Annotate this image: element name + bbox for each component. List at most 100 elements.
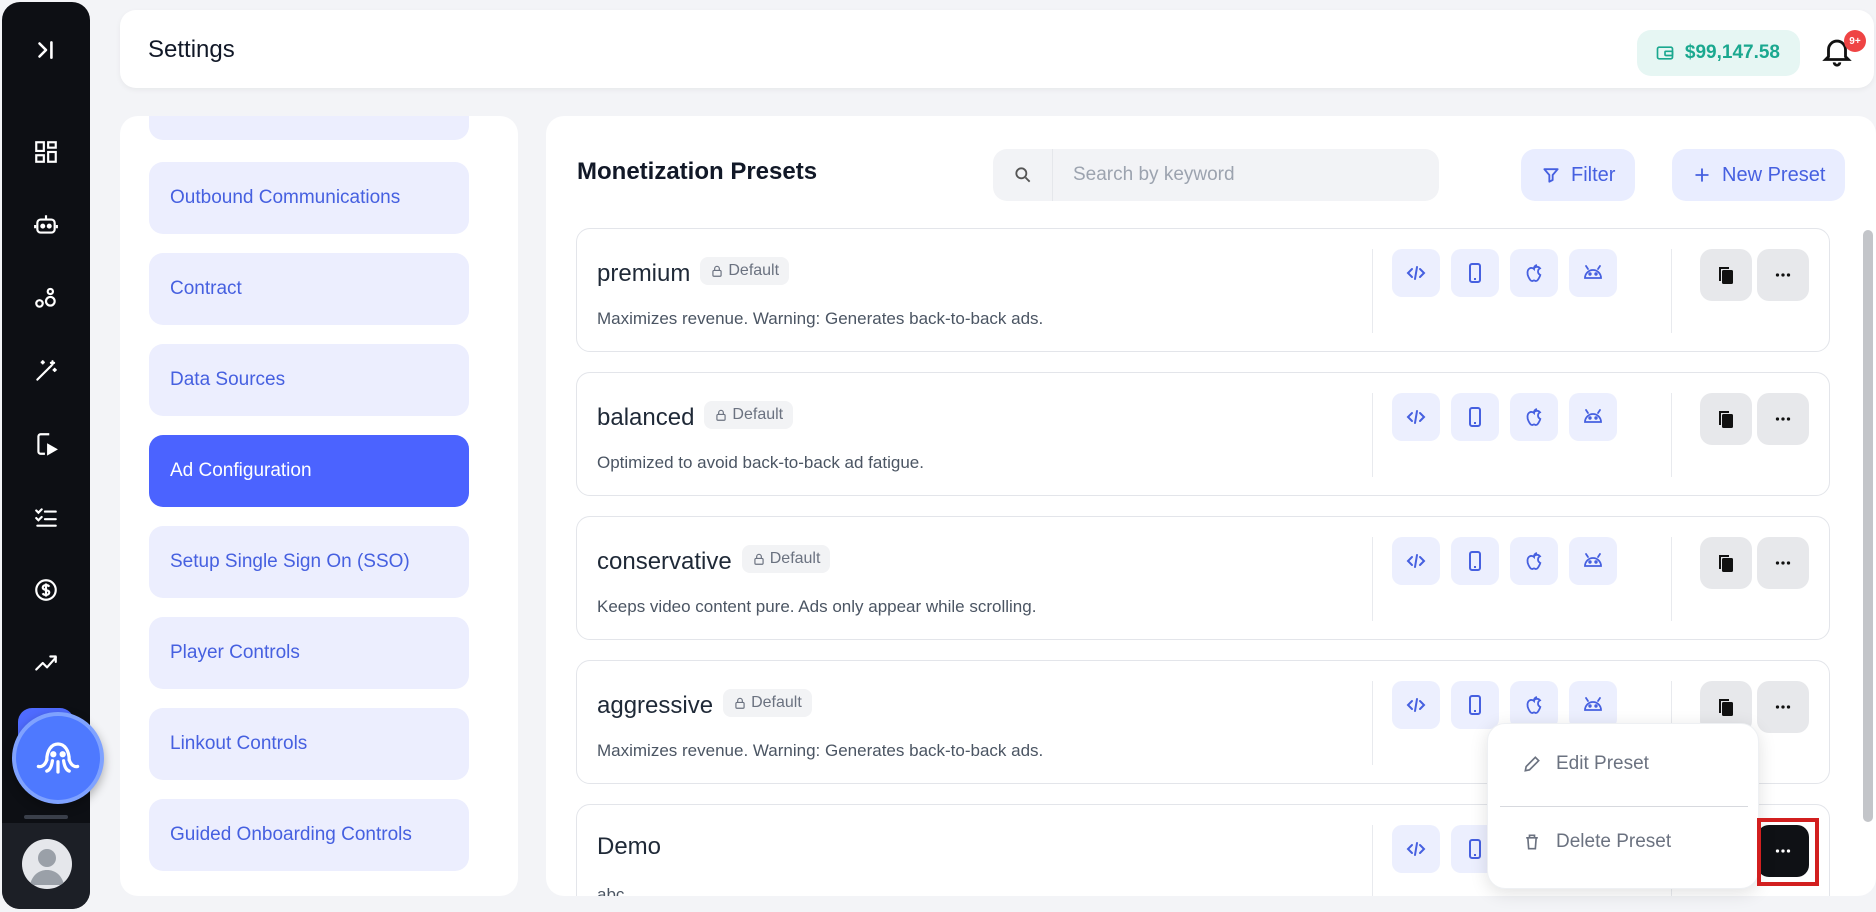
web-code-icon[interactable] [1392, 537, 1440, 585]
delete-preset-label: Delete Preset [1556, 831, 1672, 852]
preset-name: balanced [597, 404, 695, 431]
trash-icon [1526, 834, 1538, 850]
android-icon[interactable] [1569, 393, 1617, 441]
card-divider [1372, 393, 1373, 477]
sidebar-item-linkout-controls[interactable]: Linkout Controls [149, 708, 469, 780]
mobile-icon[interactable] [1451, 393, 1499, 441]
default-badge: Default [741, 545, 831, 573]
card-divider [1372, 681, 1373, 765]
highlight-box [1757, 818, 1819, 886]
settings-nav: Outbound Communications Contract Data So… [120, 116, 518, 896]
magic-wand-icon[interactable] [26, 351, 66, 391]
badge-label: Default [769, 550, 821, 567]
preset-name: conservative [597, 548, 732, 575]
preset-card[interactable]: premium Default Maximizes revenue. Warning… [576, 228, 1830, 352]
dashboard-icon[interactable] [26, 132, 66, 172]
preset-name-row: aggressive Default [597, 689, 812, 720]
mobile-icon[interactable] [1451, 537, 1499, 585]
search-box [993, 149, 1439, 201]
trending-icon[interactable] [26, 643, 66, 683]
android-icon[interactable] [1569, 681, 1617, 729]
page-title: Settings [148, 36, 235, 63]
top-header: Settings $99,147.58 9+ [120, 10, 1874, 88]
avatar[interactable] [22, 839, 72, 889]
scrollbar-thumb[interactable] [1863, 230, 1873, 822]
more-options-icon[interactable] [1757, 537, 1809, 589]
preset-context-menu: Edit Preset Delete Preset [1487, 723, 1759, 889]
apple-icon[interactable] [1510, 537, 1558, 585]
mobile-icon[interactable] [1451, 249, 1499, 297]
checklist-icon[interactable] [26, 497, 66, 537]
web-code-icon[interactable] [1392, 681, 1440, 729]
nodes-icon[interactable] [26, 278, 66, 318]
card-divider [1671, 393, 1672, 477]
sidebar-item-guided-onboarding[interactable]: Guided Onboarding Controls [149, 799, 469, 871]
edit-preset-menu-item[interactable]: Edit Preset [1522, 744, 1649, 784]
preset-name-row: premium Default [597, 257, 790, 288]
more-options-icon[interactable] [1757, 681, 1809, 733]
sidebar-item-outbound-communications[interactable]: Outbound Communications [149, 162, 469, 234]
badge-label: Default [732, 406, 784, 423]
wallet-icon [1656, 46, 1674, 60]
filter-button[interactable]: Filter [1521, 149, 1636, 201]
sidebar-item-contract[interactable]: Contract [149, 253, 469, 325]
sidebar-item-ad-configuration[interactable]: Ad Configuration [149, 435, 469, 507]
copy-icon[interactable] [1700, 537, 1752, 589]
card-divider [1372, 249, 1373, 333]
mobile-play-icon[interactable] [26, 424, 66, 464]
badge-label: Default [751, 694, 802, 711]
preset-name-row: Demo [597, 833, 661, 861]
apple-icon[interactable] [1510, 681, 1558, 729]
card-divider [1671, 537, 1672, 621]
pencil-icon [1524, 756, 1540, 772]
bot-icon[interactable] [26, 205, 66, 245]
sidebar-item-data-sources[interactable]: Data Sources [149, 344, 469, 416]
new-preset-label: New Preset [1722, 163, 1826, 186]
preset-name: aggressive [597, 692, 714, 719]
card-divider [1372, 537, 1373, 621]
more-options-icon[interactable] [1757, 249, 1809, 301]
preset-description: Maximizes revenue. Warning: Generates ba… [597, 309, 1044, 328]
menu-divider [1500, 806, 1748, 807]
delete-preset-menu-item[interactable]: Delete Preset [1522, 822, 1671, 862]
lock-icon [712, 265, 723, 277]
preset-description: Keeps video content pure. Ads only appea… [597, 597, 1037, 616]
search-input[interactable] [1053, 164, 1433, 186]
preset-card[interactable]: conservative Default Keeps video content p… [576, 516, 1830, 640]
section-title: Monetization Presets [577, 158, 818, 185]
web-code-icon[interactable] [1392, 825, 1440, 873]
default-badge: Default [704, 401, 794, 429]
filter-label: Filter [1571, 163, 1616, 186]
octopus-assistant-icon[interactable] [12, 712, 104, 804]
wallet-balance[interactable]: $99,147.58 [1636, 30, 1800, 76]
lock-icon [754, 553, 764, 565]
lock-icon [716, 409, 727, 421]
mobile-icon[interactable] [1451, 681, 1499, 729]
sidebar-item-setup-sso[interactable]: Setup Single Sign On (SSO) [149, 526, 469, 598]
web-code-icon[interactable] [1392, 393, 1440, 441]
preset-name: premium [597, 260, 691, 287]
copy-icon[interactable] [1700, 393, 1752, 445]
apple-icon[interactable] [1510, 249, 1558, 297]
rail-divider [24, 815, 68, 819]
dollar-icon[interactable] [26, 570, 66, 610]
more-options-icon[interactable] [1757, 393, 1809, 445]
badge-label: Default [728, 262, 780, 279]
balance-amount: $99,147.58 [1684, 42, 1780, 63]
web-code-icon[interactable] [1392, 249, 1440, 297]
android-icon[interactable] [1569, 249, 1617, 297]
search-icon [993, 149, 1053, 201]
new-preset-button[interactable]: New Preset [1672, 149, 1846, 201]
preset-name-row: conservative Default [597, 545, 831, 576]
settings-nav-item-partial[interactable] [149, 116, 469, 140]
preset-card[interactable]: balanced Default Optimized to avoid back-t… [576, 372, 1830, 496]
default-badge: Default [723, 689, 812, 717]
apple-icon[interactable] [1510, 393, 1558, 441]
sidebar-item-player-controls[interactable]: Player Controls [149, 617, 469, 689]
copy-icon[interactable] [1700, 249, 1752, 301]
android-icon[interactable] [1569, 537, 1617, 585]
notification-badge: 9+ [1844, 30, 1866, 52]
rail-profile-area [2, 823, 90, 909]
preset-name-row: balanced Default [597, 401, 794, 432]
collapse-icon[interactable] [26, 30, 66, 70]
